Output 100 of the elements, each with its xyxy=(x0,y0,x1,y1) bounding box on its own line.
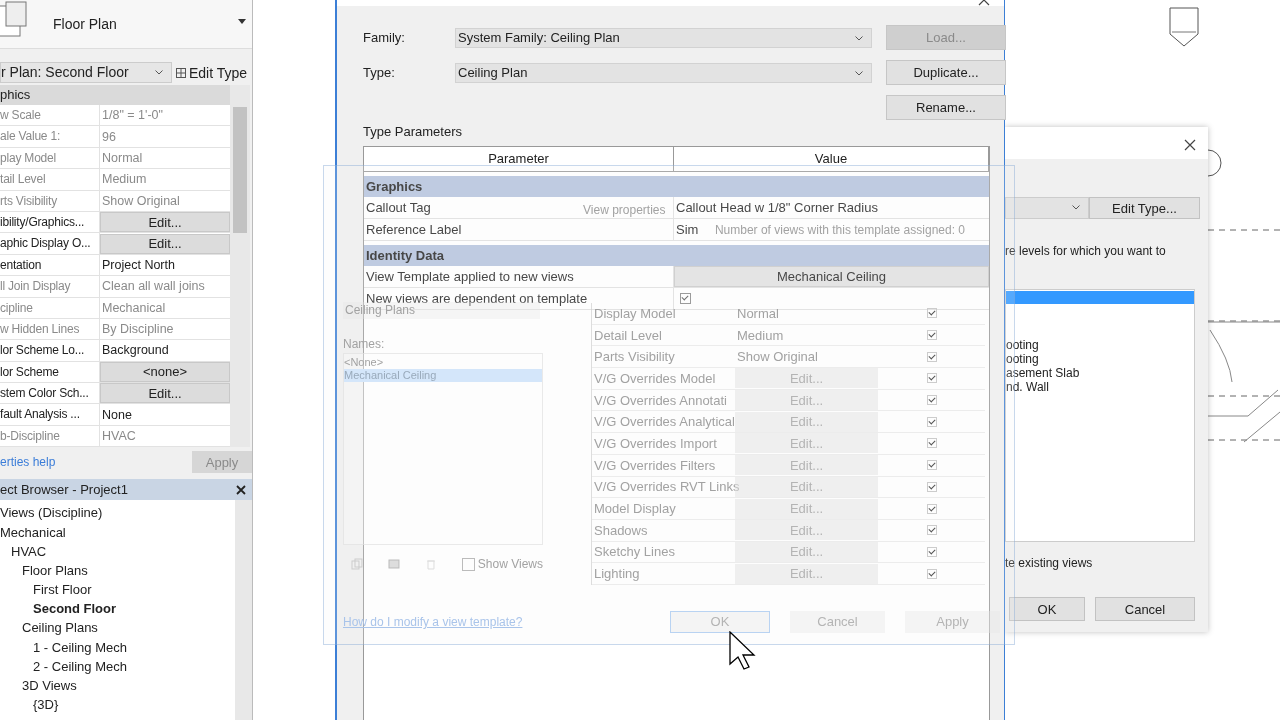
property-value: 1/8" = 1'-0" xyxy=(101,108,164,123)
dialog-button[interactable]: Cancel xyxy=(1095,597,1195,621)
chevron-down-icon xyxy=(155,70,163,75)
parameter-name: V/G Overrides Annotati xyxy=(593,392,728,408)
parameter-name: V/G Overrides Import xyxy=(593,435,718,451)
parameter-value: Callout Head w 1/8" Corner Radius xyxy=(676,200,878,215)
level-item[interactable]: ooting xyxy=(1006,352,1194,366)
level-item[interactable]: asement Slab xyxy=(1006,366,1194,380)
assigned-count: Number of views with this template assigned: 0 xyxy=(714,223,965,237)
tree-item[interactable]: Mechanical xyxy=(0,524,66,540)
property-value: Clean all wall joins xyxy=(101,279,206,294)
tag-symbol-icon xyxy=(1169,7,1199,47)
parameter-name: Display Model xyxy=(593,305,677,321)
family-dropdown[interactable]: System Family: Ceiling Plan xyxy=(455,27,872,48)
grid-icon xyxy=(176,67,186,78)
property-name: lor Scheme Lo... xyxy=(0,340,100,361)
levels-list[interactable]: ooting ooting asement Slab nd. Wall xyxy=(1005,289,1195,542)
duplicate-button[interactable]: Duplicate... xyxy=(886,60,1006,85)
property-name: play Model xyxy=(0,147,100,169)
property-value: Mechanical xyxy=(101,300,167,315)
include-checkbox[interactable] xyxy=(927,481,937,492)
include-checkbox[interactable] xyxy=(927,568,937,579)
instruction-text: re levels for which you want to xyxy=(1005,244,1167,258)
property-name: tail Level xyxy=(0,169,100,190)
property-name: w Hidden Lines xyxy=(0,318,100,340)
include-checkbox[interactable] xyxy=(927,330,937,341)
tree-item[interactable]: 3D Views xyxy=(22,678,77,694)
include-checkbox[interactable] xyxy=(927,395,937,406)
property-name: rts Visibility xyxy=(0,190,100,211)
include-checkbox[interactable] xyxy=(927,503,937,514)
edit-button[interactable]: Edit... xyxy=(100,233,230,254)
parameter-name: Model Display xyxy=(593,501,677,517)
include-checkbox[interactable] xyxy=(927,525,937,536)
edit-button[interactable]: Edit... xyxy=(100,383,230,404)
type-dropdown[interactable]: Ceiling Plan xyxy=(455,62,872,83)
checkbox[interactable] xyxy=(680,293,691,304)
tree-item[interactable]: Views (Discipline) xyxy=(0,505,103,521)
edit-type-button[interactable]: Edit Type... xyxy=(1089,197,1200,219)
edit-type-button[interactable]: Edit Type xyxy=(172,64,248,81)
group-header: phics xyxy=(0,85,230,105)
tree-item[interactable]: {3D} xyxy=(33,697,59,713)
parameter-value: Normal xyxy=(736,305,780,321)
section-label: View properties xyxy=(583,203,666,217)
property-value: HVAC xyxy=(101,429,137,444)
property-value: Medium xyxy=(101,172,148,187)
dropdown-caret-icon[interactable] xyxy=(238,19,246,24)
field-label: Type: xyxy=(363,65,396,80)
group-header: Graphics xyxy=(364,176,989,197)
property-value: Background xyxy=(101,343,170,358)
chevron-down-icon xyxy=(855,70,863,76)
parameter-name: Reference Label xyxy=(366,221,462,239)
include-checkbox[interactable] xyxy=(927,546,937,557)
property-value: Normal xyxy=(101,150,144,165)
property-value: None xyxy=(101,407,133,422)
tree-item[interactable]: Second Floor xyxy=(33,601,117,617)
scrollbar[interactable] xyxy=(230,85,250,448)
parameter-name: Lighting xyxy=(593,566,641,582)
scrollbar[interactable] xyxy=(235,500,252,720)
rename-button[interactable]: Rename... xyxy=(886,95,1006,120)
property-value: 96 xyxy=(101,129,117,144)
include-checkbox[interactable] xyxy=(927,351,937,362)
include-checkbox[interactable] xyxy=(927,438,937,449)
level-item[interactable]: nd. Wall xyxy=(1006,380,1194,394)
include-checkbox[interactable] xyxy=(927,373,937,384)
parameter-name: V/G Overrides Filters xyxy=(593,457,717,473)
level-item[interactable]: ooting xyxy=(1006,338,1194,352)
tree-item[interactable]: First Floor xyxy=(33,582,92,598)
parameter-name: Detail Level xyxy=(593,327,663,343)
field-label: Family: xyxy=(363,30,406,45)
tree-item[interactable]: Floor Plans xyxy=(22,562,88,578)
help-link[interactable]: erties help xyxy=(0,455,56,470)
parameter-value: Medium xyxy=(736,327,785,343)
property-value: Project North xyxy=(101,257,176,272)
include-checkbox[interactable] xyxy=(927,460,937,471)
parameter-value: Sim xyxy=(676,222,699,237)
parameter-name: View Template applied to new views xyxy=(366,268,574,286)
tree-item[interactable]: Ceiling Plans xyxy=(22,620,98,636)
tree-item[interactable]: HVAC xyxy=(11,543,47,559)
parameter-name: Parts Visibility xyxy=(593,349,676,365)
property-value: Show Original xyxy=(101,193,181,208)
include-checkbox[interactable] xyxy=(927,308,937,319)
edit-button[interactable]: <none> xyxy=(100,361,230,382)
type-selector-label[interactable]: Floor Plan xyxy=(53,16,117,32)
tree-item[interactable]: 1 - Ceiling Mech xyxy=(33,639,127,655)
property-name: fault Analysis ... xyxy=(0,404,100,425)
parameter-name: Callout Tag xyxy=(366,199,431,217)
dialog-button[interactable]: OK xyxy=(1009,597,1085,621)
section-label: Type Parameters xyxy=(363,124,463,139)
view-template-button[interactable]: Mechanical Ceiling xyxy=(674,266,989,287)
column-header: Value xyxy=(674,147,989,171)
edit-button[interactable]: Edit... xyxy=(100,212,230,233)
property-value: By Discipline xyxy=(101,322,175,337)
include-checkbox[interactable] xyxy=(927,416,937,427)
instance-dropdown[interactable]: r Plan: Second Floor xyxy=(0,62,172,83)
property-name: ll Join Display xyxy=(0,276,100,297)
panel-title: ect Browser - Project1 xyxy=(0,482,128,498)
chevron-down-icon xyxy=(855,35,863,41)
tree-item[interactable]: 2 - Ceiling Mech xyxy=(33,658,127,674)
property-name: cipline xyxy=(0,297,100,318)
parameter-name: V/G Overrides Analytical xyxy=(593,414,735,430)
